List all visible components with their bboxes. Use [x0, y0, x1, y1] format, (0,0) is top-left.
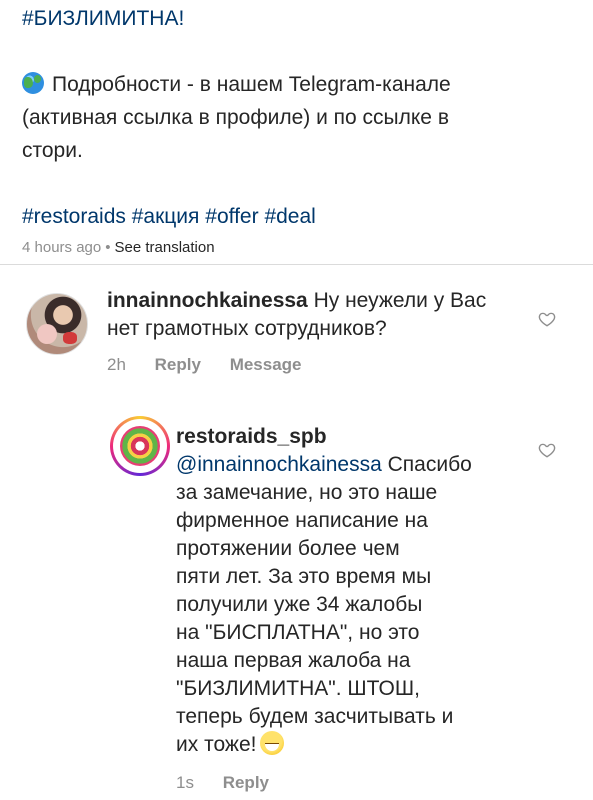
comment-actions: 2h Reply Message [107, 355, 527, 375]
comment-text: "БИЗЛИМИТНА". ШТОШ, [176, 677, 420, 700]
reply-button[interactable]: Reply [155, 355, 201, 374]
comment-text: теперь будем засчитывать и [176, 705, 454, 728]
comment-text: наша первая жалоба на [176, 649, 411, 672]
restoraids-logo-icon [120, 426, 160, 466]
comment-text: нет грамотных сотрудников? [107, 317, 387, 340]
comment-text: на "БИСПЛАТНА", но это [176, 621, 420, 644]
divider [0, 264, 593, 265]
comment-text: фирменное написание на [176, 509, 428, 532]
comment-time: 1s [176, 773, 194, 792]
post-timestamp: 4 hours ago [22, 239, 102, 256]
reply-button[interactable]: Reply [223, 773, 269, 792]
comment-text: Спасибо [387, 453, 472, 476]
comment-username-row: restoraids_spb [176, 423, 531, 451]
comment-text: Ну неужели у Вас [313, 289, 487, 312]
comment-text: пяти лет. За это время мы [176, 565, 432, 588]
comment-text: протяжении более чем [176, 537, 400, 560]
comment-innainnochkainessa: innainnochkainessa Ну неужели у Вас нет … [107, 287, 527, 375]
avatar-inner [113, 419, 167, 473]
hashtag-link[interactable]: #акция [132, 205, 200, 228]
comment-time: 2h [107, 355, 126, 374]
post-meta: 4 hours ago • See translation [22, 239, 582, 256]
caption-text-line: Подробности - в нашем Telegram-канале [52, 73, 451, 96]
mention-link[interactable]: @innainnochkainessa [176, 453, 382, 476]
post-caption: #БИЗЛИМИТНА! Подробности - в нашем Teleg… [22, 0, 582, 256]
caption-hashtags: #restoraids #акция #offer #deal [22, 200, 582, 233]
comment-text: их тоже! [176, 733, 257, 756]
comment-actions: 1s Reply [176, 773, 531, 793]
hashtag-link[interactable]: #offer [205, 205, 258, 228]
avatar[interactable] [110, 416, 170, 476]
comment-text: получили уже 34 жалобы [176, 593, 423, 616]
message-button[interactable]: Message [230, 355, 302, 374]
caption-text-line: стори. [22, 139, 83, 162]
comment-restoraids-spb: restoraids_spb @innainnochkainessa Спаси… [176, 423, 531, 793]
meta-separator: • [105, 239, 111, 256]
heart-icon[interactable] [538, 310, 556, 328]
grinning-sweat-emoji-icon [260, 731, 285, 755]
heart-icon[interactable] [538, 441, 556, 459]
comment-text: за замечание, но это наше [176, 481, 438, 504]
hashtag-link[interactable]: #restoraids [22, 205, 126, 228]
see-translation-link[interactable]: See translation [115, 239, 215, 256]
hashtag-link[interactable]: #deal [264, 205, 315, 228]
hashtag-bizlimitna[interactable]: #БИЗЛИМИТНА! [22, 7, 184, 30]
caption-text-line: (активная ссылка в профиле) и по ссылке … [22, 106, 449, 129]
avatar[interactable] [26, 293, 88, 355]
comment-username[interactable]: innainnochkainessa [107, 289, 308, 312]
comment-username[interactable]: restoraids_spb [176, 425, 327, 448]
globe-icon [22, 72, 44, 94]
